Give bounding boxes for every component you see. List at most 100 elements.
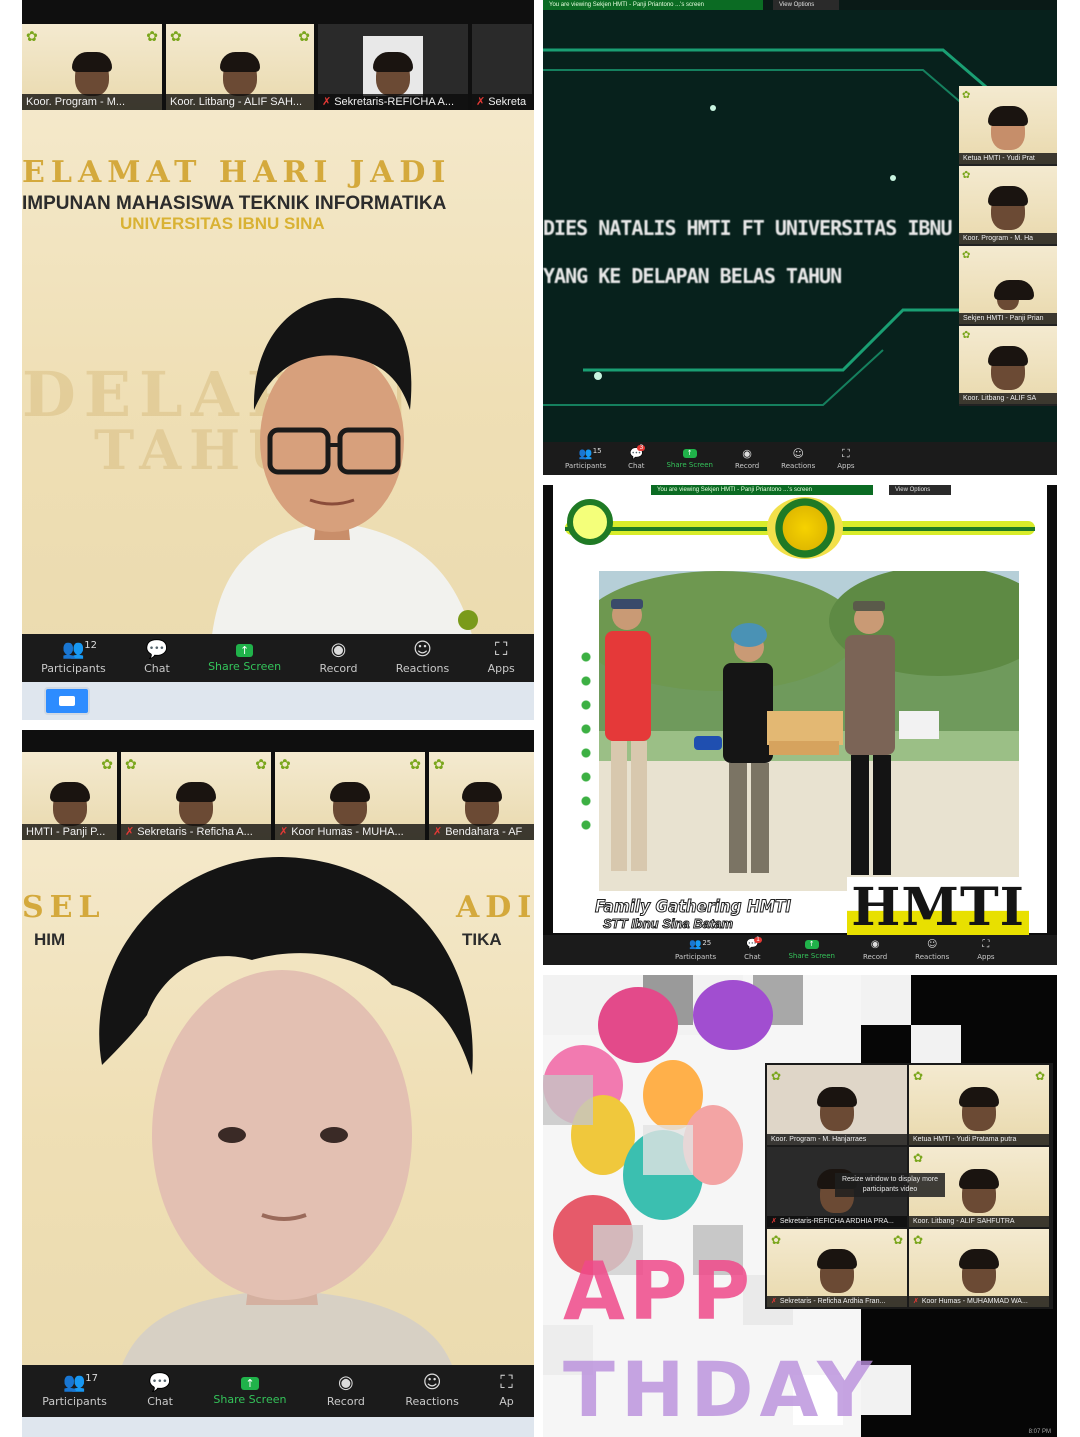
participant-video [959,1249,999,1293]
participants-button[interactable]: 👥 15 Participants [565,447,606,470]
flower-logo-icon: ✿ [962,90,971,101]
participant-thumb[interactable]: ✿ Sekjen HMTI - Panji Prian [959,246,1057,324]
reactions-button[interactable]: ☺ Reactions [396,641,450,676]
view-options-button[interactable]: View Options [773,0,839,10]
participant-strip: ✿ ✿ Koor. Program - M... ✿ ✿ Koor. Litba… [22,0,534,110]
participant-name: Koor. Litbang - ALIF SAH... [166,94,314,110]
participant-thumb[interactable]: ✿ Ketua HMTI - Yudi Prat [959,86,1057,164]
participant-video [461,782,502,826]
participant-name: ✗ Sekretaris-REFICHA A... [318,94,468,110]
share-screen-button[interactable]: ↑ Share Screen [208,643,281,673]
reactions-button[interactable]: ☺ Reactions [781,448,815,470]
flower-logo-icon: ✿ [279,756,291,772]
participant-thumb[interactable]: ✗ Sekretaris-REFICHA A... [318,24,468,110]
greeting-title: ELAMAT HARI JADI [22,155,452,190]
participant-name: Ketua HMTI - Yudi Prat [959,153,1057,164]
participant-video [959,1087,999,1131]
apps-icon: ⛶ [982,938,990,950]
flower-logo-icon: ✿ [146,28,158,44]
participant-name: Koor. Litbang - ALIF SA [959,393,1057,404]
participant-thumb[interactable]: ✿ ✗ Koor Humas - MUHAMMAD WA... [909,1229,1049,1307]
view-options-button[interactable]: View Options [889,485,951,495]
participant-thumb[interactable]: ✿ HMTI - Panji P... [22,752,117,840]
participant-video [988,346,1028,390]
participant-thumb[interactable]: ✿ ✿ Koor. Program - M... [22,24,162,110]
flower-logo-icon: ✿ [170,28,182,44]
zoom-app-icon[interactable] [44,687,90,715]
flower-logo-icon: ✿ [26,28,38,44]
participants-icon: 👥 25 [689,938,712,950]
apps-button[interactable]: ⛶ Apps [488,641,515,676]
participant-video [330,782,370,826]
meeting-toolbar: 👥 12 Participants 💬 Chat ↑ Share Screen ◉ Rec… [22,634,534,682]
participant-name: Sekjen HMTI - Panji Prian [959,313,1057,324]
shared-screen: Family Gathering HMTI STT Ibnu Sina Bata… [553,485,1047,938]
participant-main-video [212,297,478,635]
chat-button[interactable]: 💬 3 Chat [628,444,646,470]
participant-thumb[interactable]: ✿ ✿ ✗ Koor Humas - MUHA... [275,752,425,840]
apps-icon: ⛶ [500,1372,513,1393]
record-button[interactable]: ◉ Record [319,641,357,676]
chat-button[interactable]: 💬 1 Chat [744,936,762,961]
participant-name: Ketua HMTI - Yudi Pratama putra [909,1134,1049,1145]
participant-video [988,106,1028,150]
apps-button[interactable]: ⛶ Ap [499,1372,514,1409]
share-screen-icon: ↑ [236,643,254,657]
apps-button[interactable]: ⛶ Apps [837,448,854,470]
flower-logo-icon: ✿ [962,250,971,261]
taskbar [22,682,534,720]
share-screen-icon: ↑ [241,1376,259,1390]
flower-logo-icon: ✿ [962,170,971,181]
mic-muted-icon: ✗ [771,1218,777,1225]
participant-thumb[interactable]: ✗ Sekreta [472,24,532,110]
participant-thumb[interactable]: ✿ ✿ Ketua HMTI - Yudi Pratama putra [909,1065,1049,1145]
participant-main-video [99,856,473,1365]
participant-name: Koor. Program - M... [22,94,162,110]
participant-thumb[interactable]: ✿ ✿ Koor. Litbang - ALIF SAH... [166,24,314,110]
reactions-button[interactable]: ☺ Reactions [405,1374,459,1409]
share-screen-button[interactable]: ↑ Share Screen [666,448,713,469]
record-button[interactable]: ◉ Record [863,939,887,961]
org-subtitle: HIM [34,930,66,949]
reactions-icon: ☺ [926,938,938,950]
record-button[interactable]: ◉ Record [735,448,759,470]
participant-thumb[interactable]: ✿ Koor. Program - M. Ha [959,166,1057,244]
reactions-button[interactable]: ☺ Reactions [915,938,949,961]
flower-logo-icon: ✿ [913,1233,924,1247]
participants-button[interactable]: 👥 17 Participants [42,1374,107,1409]
photo-caption: Family Gathering HMTI [594,897,792,918]
share-screen-button[interactable]: ↑ Share Screen [788,940,835,960]
event-photo [599,571,1019,891]
share-screen-button[interactable]: ↑ Share Screen [213,1376,286,1406]
screen-text-line: YANG KE DELAPAN BELAS TAHUN [543,264,842,288]
chat-button[interactable]: 💬 Chat [147,1372,173,1409]
participant-name: ✗ Sekretaris-REFICHA ARDHIA PRA... [767,1216,907,1227]
dot-column [581,645,591,835]
participant-name: ✗ Sekreta [472,94,532,110]
participant-thumb[interactable]: ✿ Koor. Litbang - ALIF SA [959,326,1057,404]
apps-button[interactable]: ⛶ Apps [977,938,994,961]
mic-muted-icon: ✗ [322,96,332,108]
share-screen-icon: ↑ [804,940,819,949]
flower-logo-icon: ✿ [913,1069,924,1083]
meeting-toolbar: 👥 17 Participants 💬 Chat ↑ Share Screen ◉ Rec… [22,1365,534,1417]
participant-video [994,280,1034,310]
resize-tooltip: Resize window to display more participan… [835,1173,945,1197]
participant-thumb[interactable]: ✿ ✿ ✗ Sekretaris - Reficha Ardhia Fran... [767,1229,907,1307]
participants-button[interactable]: 👥 25 Participants [675,938,716,961]
chat-icon: 💬 [145,639,169,660]
participant-thumb[interactable]: ✿ ✿ ✗ Sekretaris - Reficha A... [121,752,271,840]
record-button[interactable]: ◉ Record [327,1374,365,1409]
participant-thumb[interactable]: ✿ ✗ Bendahara - AF [429,752,534,840]
chat-icon: 💬 [148,1372,172,1393]
participant-thumb[interactable]: ✿ Koor. Program - M. Hanjarraes [767,1065,907,1145]
flower-logo-icon: ✿ [771,1069,782,1083]
record-icon: ◉ [742,446,752,460]
flower-logo-icon: ✿ [913,1151,924,1165]
apps-icon: ⛶ [842,446,850,460]
bottom-bar [22,1417,534,1437]
participants-button[interactable]: 👥 12 Participants [41,641,106,676]
org-logo-text: HMTI [847,877,1029,938]
chat-button[interactable]: 💬 Chat [144,639,170,676]
participant-video [49,782,90,826]
